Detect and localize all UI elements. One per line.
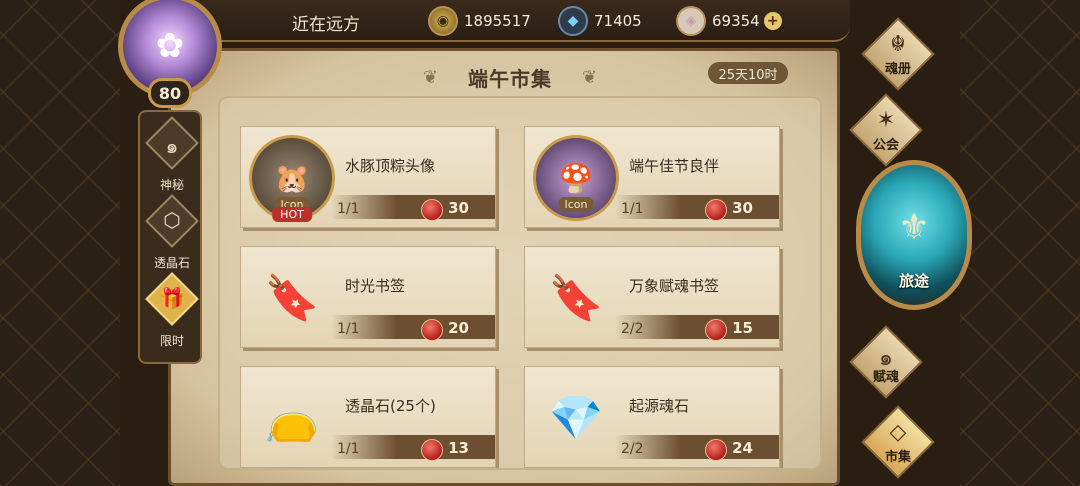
red-fruit-icon (421, 199, 443, 221)
crystal-value: 71405 (594, 12, 642, 30)
item-cost: 20 (448, 319, 469, 337)
category-label: 透晶石 (153, 256, 190, 270)
page-title: 端午市集 (468, 66, 552, 91)
title-left-ornament-icon: ❦ (422, 66, 438, 88)
gold-value: 1895517 (464, 12, 531, 30)
left-background-pattern (0, 0, 120, 486)
left-category-nav: ๑ 神秘 ⬡ 透晶石 🎁 限时 (138, 110, 202, 364)
nav-label: 公会 (872, 138, 899, 153)
nav-label: 赋魂 (872, 370, 899, 385)
category-crystal[interactable]: ⬡ 透晶石 (140, 194, 204, 278)
soulstone-value: 69354 (712, 12, 760, 30)
gold-resource: ◉ 1895517 (428, 6, 531, 36)
market-item-card[interactable]: 🔖 时光书签 1/1 20 (240, 246, 496, 348)
item-name: 端午佳节良伴 (629, 157, 720, 175)
red-fruit-icon (421, 319, 443, 341)
market-item-card[interactable]: 👝 透晶石(25个) 1/1 13 (240, 366, 496, 468)
player-name: 近在远方 (292, 15, 360, 35)
market-item-card[interactable]: 🔖 万象赋魂书签 2/2 15 (524, 246, 780, 348)
item-stock: 1/1 (337, 441, 360, 457)
market-item-card[interactable]: 🍄 Icon 端午佳节良伴 1/1 30 (524, 126, 780, 228)
trident-emblem-icon: ⚜ (897, 207, 931, 248)
nav-label: 魂册 (884, 62, 911, 77)
item-name: 时光书签 (345, 277, 406, 295)
market-item-list[interactable]: 🐹 Icon HOT 水豚顶粽头像 1/1 30 🍄 Icon 端午佳节良伴 1… (218, 96, 822, 470)
red-fruit-icon (705, 199, 727, 221)
item-stock: 1/1 (337, 201, 360, 217)
gift-box-icon: 🎁 (159, 286, 185, 310)
red-fruit-icon (705, 319, 727, 341)
journey-button[interactable]: ⚜ 旅途 (856, 160, 972, 310)
item-stock: 2/2 (621, 321, 644, 337)
item-name: 透晶石(25个) (345, 397, 436, 415)
item-cost: 15 (732, 319, 753, 337)
item-thumbnail: 🍄 Icon (533, 135, 619, 221)
dice-crystal-icon: ⬡ (163, 208, 181, 232)
soul-flower-icon: ✿ (155, 26, 185, 66)
item-name: 起源魂石 (629, 397, 690, 415)
crystal-resource: ◆ 71405 (558, 6, 642, 36)
category-mystery[interactable]: ๑ 神秘 (140, 116, 204, 200)
red-fruit-icon (421, 439, 443, 461)
crystal-bag-icon: 👝 (264, 393, 320, 444)
soulbook-icon: ☬ (890, 32, 906, 57)
category-limited[interactable]: 🎁 限时 (140, 272, 204, 356)
item-thumbnail: 🔖 (249, 255, 335, 341)
nav-label: 市集 (884, 450, 911, 465)
nav-market[interactable]: ◇ 市集 (852, 405, 944, 479)
item-stock: 1/1 (621, 201, 644, 217)
event-timer: 25天10时 (708, 62, 788, 84)
player-level-badge: 80 (148, 78, 192, 108)
item-cost: 24 (732, 439, 753, 457)
item-thumbnail: 👝 (249, 375, 335, 461)
capybara-avatar-icon: 🐹 Icon HOT (249, 135, 335, 222)
market-item-card[interactable]: 💎 起源魂石 2/2 24 (524, 366, 780, 468)
item-thumbnail: 🔖 (533, 255, 619, 341)
market-gem-icon: ◇ (889, 420, 907, 445)
right-background-pattern (960, 0, 1080, 486)
item-cost: 30 (448, 199, 469, 217)
market-item-card[interactable]: 🐹 Icon HOT 水豚顶粽头像 1/1 30 (240, 126, 496, 228)
item-thumbnail: 💎 (533, 375, 619, 461)
hot-badge: HOT (272, 207, 312, 222)
item-stock: 1/1 (337, 321, 360, 337)
soulstone-icon: ◈ (676, 6, 706, 36)
green-bookmark-icon: 🔖 (548, 273, 604, 324)
item-name: 万象赋魂书签 (629, 277, 720, 295)
guild-icon: ✶ (876, 108, 896, 133)
soulstone-resource: ◈ 69354 + (676, 6, 782, 36)
red-bookmark-icon: 🔖 (264, 273, 320, 324)
item-stock: 2/2 (621, 441, 644, 457)
mystery-swirl-icon: ๑ (165, 134, 179, 158)
nav-soulbook[interactable]: ☬ 魂册 (852, 17, 944, 91)
title-right-ornament-icon: ❦ (582, 66, 598, 88)
category-label: 限时 (159, 334, 184, 348)
item-cost: 30 (732, 199, 753, 217)
gold-coin-icon: ◉ (428, 6, 458, 36)
item-name: 水豚顶粽头像 (345, 157, 436, 175)
mushroom-avatar-icon: 🍄 Icon (533, 135, 619, 221)
item-thumbnail: 🐹 Icon HOT (249, 135, 335, 222)
category-label: 神秘 (159, 178, 184, 192)
nav-guild[interactable]: ✶ 公会 (840, 93, 932, 167)
add-soulstone-button[interactable]: + (763, 12, 782, 30)
red-fruit-icon (705, 439, 727, 461)
nav-empower[interactable]: ๑ 赋魂 (840, 325, 932, 399)
item-cost: 13 (448, 439, 469, 457)
market-title-row: ❦ 端午市集 ❦ (380, 60, 640, 94)
journey-label: 旅途 (898, 272, 929, 290)
origin-soulstone-icon: 💎 (548, 393, 604, 444)
blue-crystal-icon: ◆ (558, 6, 588, 36)
icon-tag: Icon (558, 197, 594, 212)
